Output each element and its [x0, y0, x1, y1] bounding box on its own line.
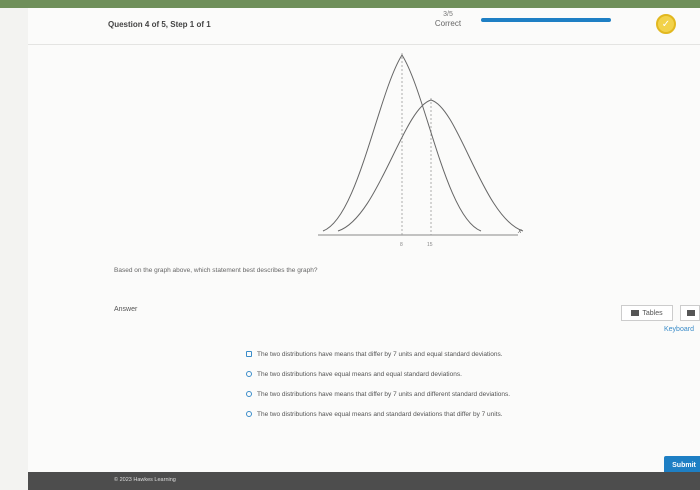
answer-option-4[interactable]: The two distributions have equal means a… — [246, 404, 510, 424]
tick-label-left: 8 — [400, 242, 403, 248]
answer-label: Answer — [114, 306, 138, 313]
score-status: Correct — [434, 19, 462, 28]
question-step-title: Question 4 of 5, Step 1 of 1 — [108, 20, 211, 29]
tables-button-label: Tables — [642, 309, 663, 317]
curve-wide — [337, 99, 524, 232]
answer-option-1[interactable]: The two distributions have means that di… — [246, 344, 510, 364]
keyboard-button[interactable] — [680, 305, 700, 321]
footer-bar: © 2023 Hawkes Learning — [28, 472, 700, 490]
keyboard-label[interactable]: Keyboard — [664, 326, 694, 333]
answer-option-label: The two distributions have equal means a… — [257, 410, 503, 418]
answer-option-label: The two distributions have means that di… — [257, 390, 511, 398]
radio-icon[interactable] — [246, 391, 252, 397]
copyright-text: © 2023 Hawkes Learning — [114, 477, 176, 483]
answer-options: The two distributions have means that di… — [246, 344, 510, 424]
radio-icon[interactable] — [246, 371, 252, 377]
answer-option-label: The two distributions have means that di… — [257, 350, 503, 358]
answer-option-3[interactable]: The two distributions have means that di… — [246, 384, 510, 404]
question-prompt: Based on the graph above, which statemen… — [114, 267, 318, 274]
question-page: Question 4 of 5, Step 1 of 1 3/5 Correct… — [28, 8, 700, 490]
table-icon — [631, 310, 640, 316]
score-fraction: 3/5 — [443, 11, 453, 18]
score-indicator: 3/5 Correct — [423, 11, 473, 28]
question-header: Question 4 of 5, Step 1 of 1 3/5 Correct… — [28, 8, 700, 45]
radio-icon[interactable] — [246, 411, 252, 417]
answer-option-2[interactable]: The two distributions have equal means a… — [246, 364, 510, 384]
x-axis-label: x — [517, 228, 522, 235]
normal-distributions-graph: x 8 15 — [318, 53, 524, 248]
top-bar — [0, 0, 700, 8]
tick-label-right: 15 — [427, 242, 433, 248]
keyboard-icon — [687, 310, 695, 316]
progress-bar — [481, 18, 611, 22]
answer-option-label: The two distributions have equal means a… — [257, 370, 462, 378]
achievement-badge-icon[interactable]: ✓ — [656, 14, 676, 34]
tables-button[interactable]: Tables — [621, 305, 673, 321]
radio-icon[interactable] — [246, 351, 252, 357]
